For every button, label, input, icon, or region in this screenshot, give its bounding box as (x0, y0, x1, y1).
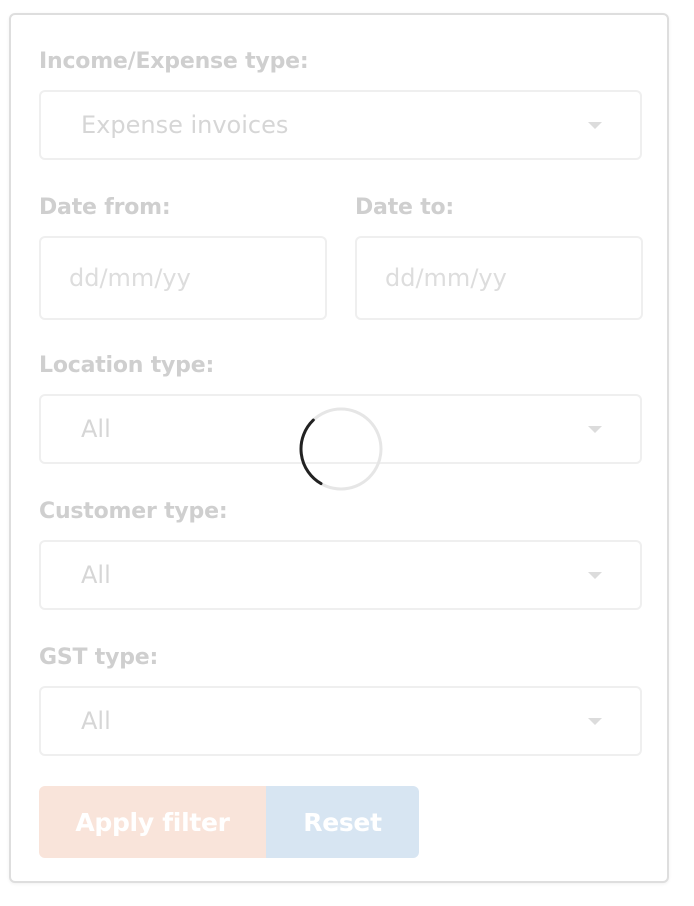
reset-button[interactable]: Reset (266, 786, 419, 858)
date-to-input[interactable] (385, 264, 521, 292)
date-to-label: Date to: (355, 195, 455, 220)
date-to-field[interactable] (355, 236, 643, 320)
income-expense-label: Income/Expense type: (39, 49, 309, 74)
customer-type-select[interactable]: All (39, 540, 642, 610)
income-expense-value: Expense invoices (81, 111, 289, 139)
apply-filter-button[interactable]: Apply filter (39, 786, 266, 858)
gst-type-value: All (81, 707, 111, 735)
gst-type-select[interactable]: All (39, 686, 642, 756)
filter-panel: Income/Expense type: Expense invoices Da… (9, 13, 669, 883)
location-type-value: All (81, 415, 111, 443)
date-from-input[interactable] (69, 264, 205, 292)
date-from-label: Date from: (39, 195, 171, 220)
chevron-down-icon (588, 572, 602, 579)
chevron-down-icon (588, 426, 602, 433)
date-from-field[interactable] (39, 236, 327, 320)
customer-type-value: All (81, 561, 111, 589)
chevron-down-icon (588, 718, 602, 725)
customer-type-label: Customer type: (39, 499, 228, 524)
location-type-label: Location type: (39, 353, 215, 378)
gst-type-label: GST type: (39, 645, 159, 670)
spinner-icon (299, 407, 383, 491)
income-expense-select[interactable]: Expense invoices (39, 90, 642, 160)
chevron-down-icon (588, 122, 602, 129)
